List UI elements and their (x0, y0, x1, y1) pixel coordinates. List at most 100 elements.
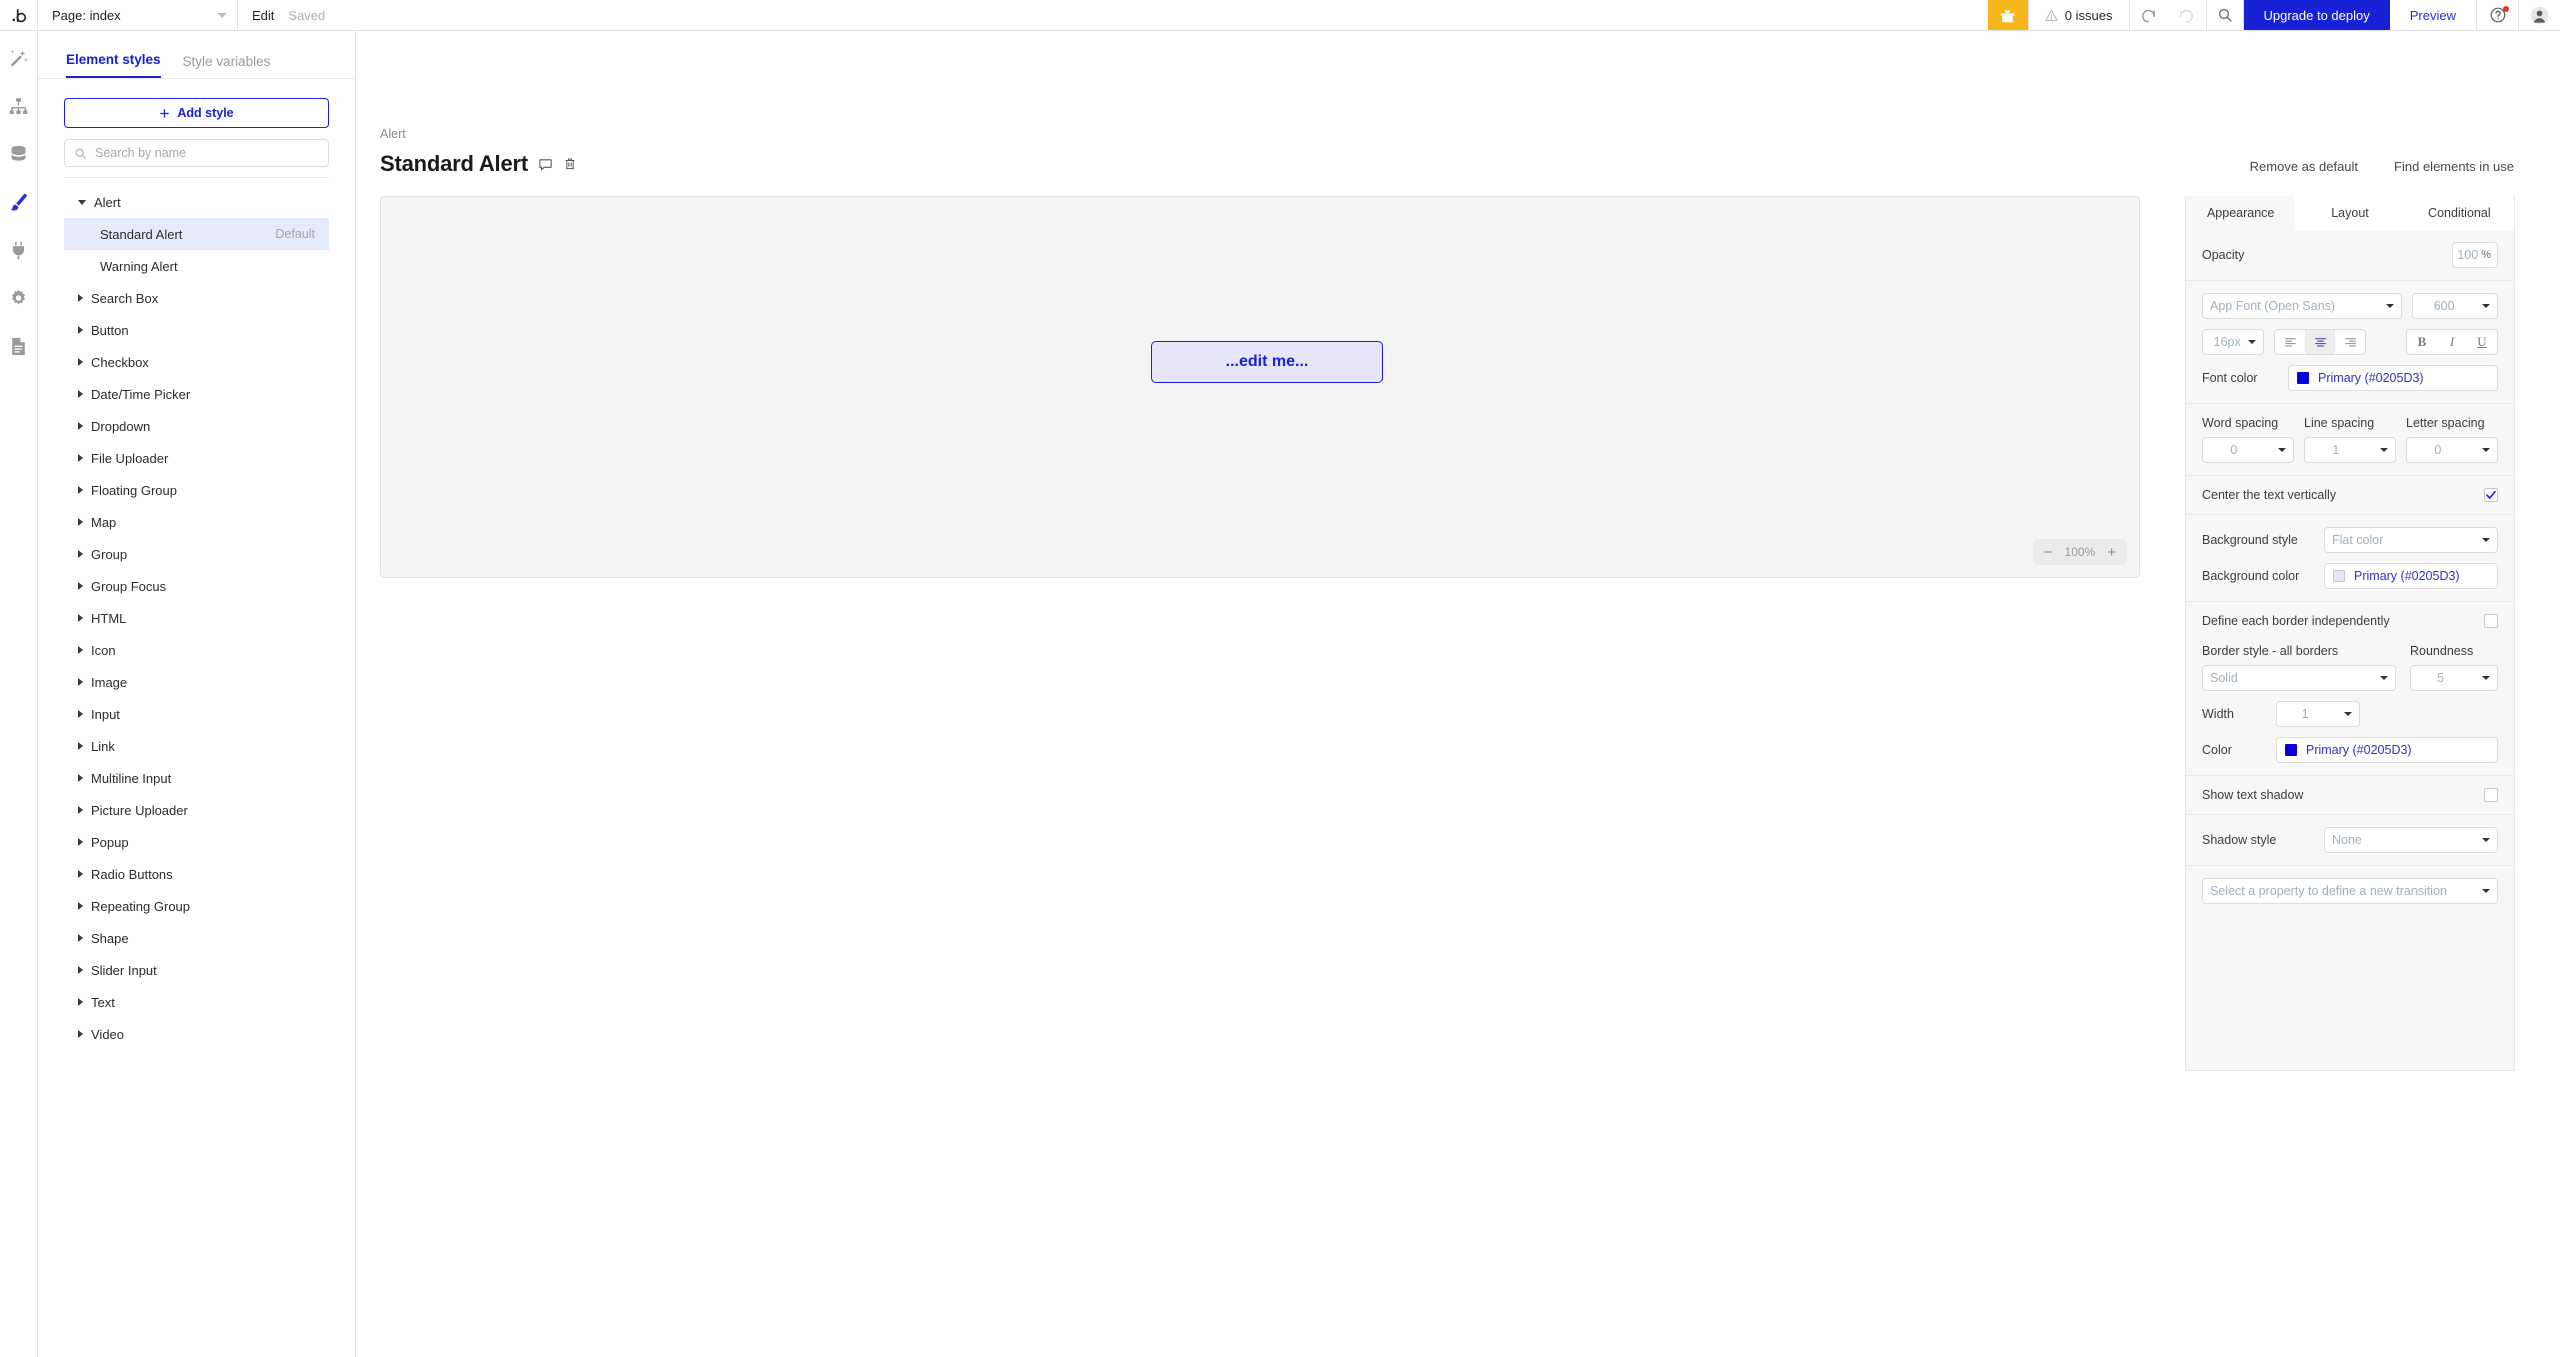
comment-icon[interactable] (538, 157, 553, 172)
transition-select[interactable]: Select a property to define a new transi… (2202, 878, 2498, 904)
style-group-label: File Uploader (91, 450, 169, 466)
rail-item-settings[interactable] (6, 285, 32, 311)
shadow-style-select[interactable]: None (2324, 827, 2498, 853)
tab-appearance[interactable]: Appearance (2186, 196, 2296, 230)
trash-icon[interactable] (563, 157, 577, 171)
rail-item-data[interactable] (6, 141, 32, 167)
find-elements-in-use-button[interactable]: Find elements in use (2394, 159, 2514, 174)
border-style-select[interactable]: Solid (2202, 665, 2396, 691)
chevron-right-icon (78, 966, 83, 974)
add-style-button[interactable]: Add style (64, 98, 329, 128)
border-width-select[interactable]: 1 (2276, 701, 2360, 727)
preview-element-alert[interactable]: ...edit me... (1151, 341, 1383, 383)
edit-mode-button[interactable]: Edit (238, 0, 288, 30)
style-group-search-box[interactable]: Search Box (64, 282, 329, 314)
font-size-select[interactable]: 16px (2202, 329, 2264, 355)
font-weight-select[interactable]: 600 (2412, 293, 2498, 319)
search-button[interactable] (2205, 0, 2244, 30)
background-style-select[interactable]: Flat color (2324, 527, 2498, 553)
bubble-logo[interactable] (0, 0, 38, 30)
style-group-button[interactable]: Button (64, 314, 329, 346)
center-vertically-checkbox[interactable] (2484, 488, 2498, 502)
rail-item-plugins[interactable] (6, 237, 32, 263)
style-group-text[interactable]: Text (64, 986, 329, 1018)
preview-button[interactable]: Preview (2390, 0, 2476, 30)
styles-panel-body: Add style Search by name Alert Standard A… (38, 79, 355, 1050)
style-group-image[interactable]: Image (64, 666, 329, 698)
align-right-icon[interactable] (2335, 330, 2365, 354)
style-group-slider-input[interactable]: Slider Input (64, 954, 329, 986)
style-group-label: Alert (94, 194, 121, 210)
issues-indicator[interactable]: 0 issues (2027, 0, 2129, 30)
add-style-label: Add style (177, 106, 234, 120)
tab-layout[interactable]: Layout (2295, 196, 2405, 230)
undo-button[interactable] (2130, 0, 2168, 30)
line-spacing-select[interactable]: 1 (2304, 437, 2396, 463)
zoom-out-button[interactable]: − (2044, 545, 2053, 560)
style-group-link[interactable]: Link (64, 730, 329, 762)
rail-item-styles[interactable] (6, 189, 32, 215)
word-spacing-select[interactable]: 0 (2202, 437, 2294, 463)
remove-as-default-button[interactable]: Remove as default (2250, 159, 2358, 174)
style-group-video[interactable]: Video (64, 1018, 329, 1050)
font-color-picker[interactable]: Primary (#0205D3) (2288, 365, 2498, 391)
plugins-plug-icon (12, 241, 25, 259)
border-color-picker[interactable]: Primary (#0205D3) (2276, 737, 2498, 763)
font-family-select[interactable]: App Font (Open Sans) (2202, 293, 2402, 319)
style-group-alert[interactable]: Alert (64, 186, 329, 218)
style-item-standard-alert[interactable]: Standard Alert Default (64, 218, 329, 250)
center-vertically-section: Center the text vertically (2186, 476, 2514, 515)
letter-spacing-select[interactable]: 0 (2406, 437, 2498, 463)
opacity-input[interactable]: 100 % (2452, 242, 2498, 268)
style-group-label: Popup (91, 834, 129, 850)
style-group-repeating-group[interactable]: Repeating Group (64, 890, 329, 922)
gift-button[interactable] (1987, 0, 2028, 30)
style-group-multiline-input[interactable]: Multiline Input (64, 762, 329, 794)
rail-item-logs[interactable] (6, 333, 32, 359)
style-group-label: HTML (91, 610, 127, 626)
style-group-input[interactable]: Input (64, 698, 329, 730)
style-group-html[interactable]: HTML (64, 602, 329, 634)
avatar[interactable] (2518, 0, 2560, 30)
style-group-picture-uploader[interactable]: Picture Uploader (64, 794, 329, 826)
align-left-icon[interactable] (2275, 330, 2305, 354)
page-selector[interactable]: Page: index (38, 0, 238, 30)
chevron-down-icon (2379, 448, 2388, 452)
redo-button[interactable] (2168, 0, 2206, 30)
style-group-date-time-picker[interactable]: Date/Time Picker (64, 378, 329, 410)
style-group-dropdown[interactable]: Dropdown (64, 410, 329, 442)
style-group-checkbox[interactable]: Checkbox (64, 346, 329, 378)
zoom-in-button[interactable]: + (2107, 545, 2116, 560)
background-color-picker[interactable]: Primary (#0205D3) (2324, 563, 2498, 589)
style-group-radio-buttons[interactable]: Radio Buttons (64, 858, 329, 890)
tab-style-variables[interactable]: Style variables (183, 54, 271, 78)
style-group-shape[interactable]: Shape (64, 922, 329, 954)
chevron-right-icon (78, 614, 83, 622)
define-borders-checkbox[interactable] (2484, 614, 2498, 628)
style-group-popup[interactable]: Popup (64, 826, 329, 858)
style-group-label: Map (91, 514, 117, 530)
text-shadow-checkbox[interactable] (2484, 788, 2498, 802)
style-group-file-uploader[interactable]: File Uploader (64, 442, 329, 474)
roundness-select[interactable]: 5 (2410, 665, 2498, 691)
rail-item-design[interactable] (6, 45, 32, 71)
italic-button[interactable]: I (2437, 330, 2467, 354)
style-group-map[interactable]: Map (64, 506, 329, 538)
underline-button[interactable]: U (2467, 330, 2497, 354)
upgrade-to-deploy-button[interactable]: Upgrade to deploy (2243, 0, 2390, 30)
style-group-icon[interactable]: Icon (64, 634, 329, 666)
bold-button[interactable]: B (2407, 330, 2437, 354)
align-center-icon[interactable] (2305, 330, 2335, 354)
breadcrumb[interactable]: Alert (380, 127, 406, 141)
rail-item-workflow[interactable] (6, 93, 32, 119)
chevron-right-icon (78, 486, 83, 494)
style-group-group-focus[interactable]: Group Focus (64, 570, 329, 602)
style-group-floating-group[interactable]: Floating Group (64, 474, 329, 506)
chevron-right-icon (78, 870, 83, 878)
search-input[interactable]: Search by name (64, 139, 329, 167)
tab-element-styles[interactable]: Element styles (66, 52, 161, 78)
tab-conditional[interactable]: Conditional (2404, 196, 2514, 230)
help-button[interactable] (2476, 0, 2518, 30)
style-group-group[interactable]: Group (64, 538, 329, 570)
style-item-warning-alert[interactable]: Warning Alert (64, 250, 329, 282)
